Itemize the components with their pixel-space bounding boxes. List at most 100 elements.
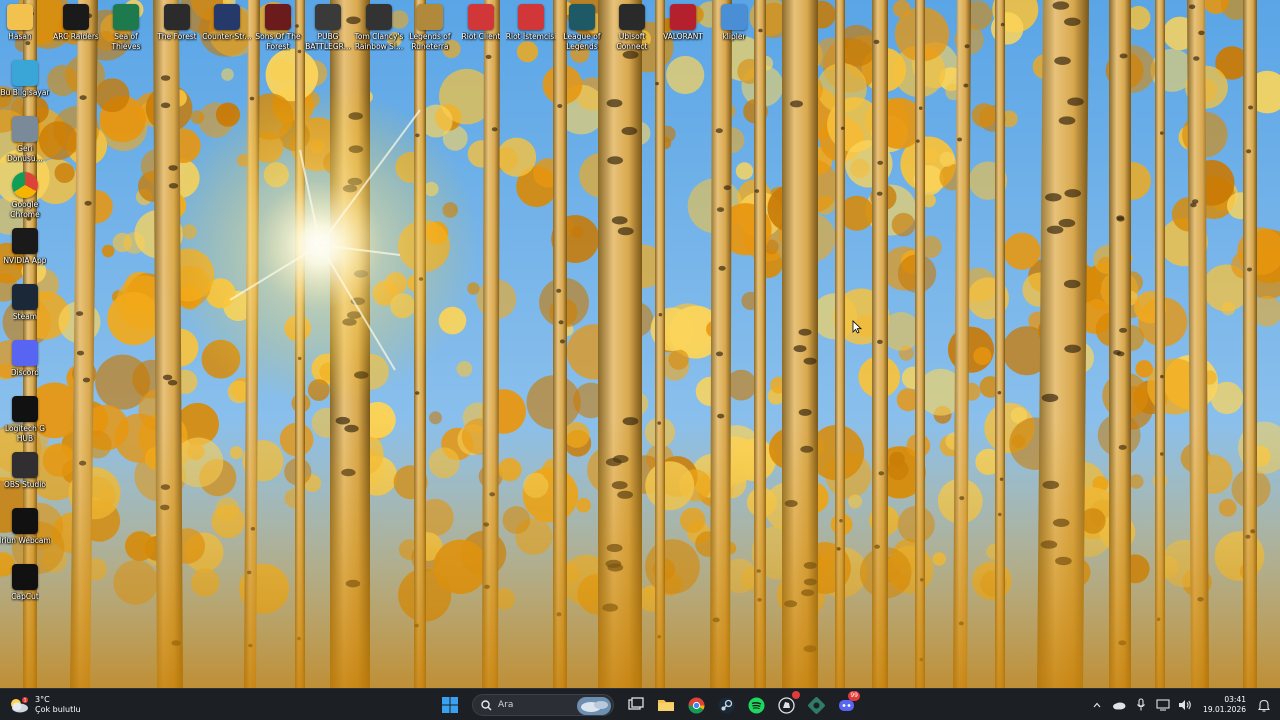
desktop-icon-label: NVIDIA App bbox=[3, 256, 47, 265]
rainbow-six-icon bbox=[366, 4, 392, 30]
show-hidden-icons-button[interactable] bbox=[1089, 697, 1105, 713]
onedrive-icon bbox=[1113, 702, 1126, 710]
desktop-icon-nvidia-app[interactable]: NVIDIA App bbox=[0, 228, 51, 266]
desktop-icon-riot-istemcisi[interactable]: Riot İstemcisi bbox=[505, 4, 557, 42]
file-explorer-button[interactable] bbox=[654, 693, 678, 717]
desktop-icon-label: VALORANT bbox=[663, 32, 703, 41]
desktop-icon-logitech-g-hub[interactable]: Logitech G HUB bbox=[0, 396, 51, 443]
taskbar-pinned-apps: 99 bbox=[438, 691, 860, 718]
clock-button[interactable]: 03:41 19.01.2026 bbox=[1203, 695, 1246, 715]
desktop-icon-riot-client[interactable]: Riot Client bbox=[455, 4, 507, 42]
network-tray-button[interactable] bbox=[1155, 697, 1171, 713]
desktop-icon-legends-of-runeterra[interactable]: Legends of Runeterra bbox=[404, 4, 456, 51]
riot-client-icon bbox=[468, 4, 494, 30]
capcut-icon bbox=[12, 564, 38, 590]
desktop-icon-ubisoft-connect[interactable]: Ubisoft Connect bbox=[606, 4, 658, 51]
riot-client-icon bbox=[777, 696, 795, 714]
steam-taskbar-button[interactable] bbox=[714, 693, 738, 717]
sea-of-thieves-icon bbox=[113, 4, 139, 30]
weather-temperature: 3°C bbox=[35, 695, 50, 704]
nvidia-icon bbox=[12, 228, 38, 254]
desktop-icon-label: League of Legends bbox=[563, 32, 601, 51]
search-highlight-icon bbox=[577, 697, 611, 715]
riot-client-icon bbox=[518, 4, 544, 30]
desktop-icon-label: Logitech G HUB bbox=[4, 424, 46, 443]
start-button[interactable] bbox=[438, 693, 462, 717]
weather-widget[interactable]: 1 3°C Çok bulutlu bbox=[8, 692, 81, 718]
desktop-icon-label: Hasan bbox=[8, 32, 32, 41]
search-icon bbox=[481, 699, 492, 710]
recycle-bin-icon bbox=[12, 116, 38, 142]
desktop-icon-sons-of-the-forest[interactable]: Sons Of The Forest bbox=[252, 4, 304, 51]
mouse-cursor-icon bbox=[852, 320, 862, 334]
taskbar: 1 3°C Çok bulutlu Ara 99 03:41 19.01.202… bbox=[0, 688, 1280, 720]
riot-notification-badge bbox=[792, 691, 800, 699]
desktop-icon-label: Tom Clancy's Rainbow Si... bbox=[354, 32, 404, 51]
runeterra-icon bbox=[417, 4, 443, 30]
onedrive-tray-button[interactable] bbox=[1111, 697, 1127, 713]
desktop-icon-bu-bilgisayar[interactable]: Bu Bilgisayar bbox=[0, 60, 51, 98]
valorant-icon bbox=[670, 4, 696, 30]
discord-taskbar-button[interactable]: 99 bbox=[834, 691, 860, 717]
clock-time: 03:41 bbox=[1224, 695, 1246, 704]
desktop-icon-obs-studio[interactable]: OBS Studio bbox=[0, 452, 51, 490]
desktop-icon-label: The Forest bbox=[157, 32, 197, 41]
desktop-icon-geri-donusum[interactable]: Geri Dönüşü... bbox=[0, 116, 51, 163]
discord-icon bbox=[12, 340, 38, 366]
windows-start-icon bbox=[442, 697, 458, 713]
microphone-tray-button[interactable] bbox=[1133, 697, 1149, 713]
desktop-icon-label: Steam bbox=[12, 312, 38, 321]
desktop-icon-counter-strike[interactable]: Counter-Str... bbox=[201, 4, 253, 42]
sons-of-the-forest-icon bbox=[265, 4, 291, 30]
logitech-icon bbox=[12, 396, 38, 422]
network-icon bbox=[1156, 699, 1170, 711]
notification-center-button[interactable] bbox=[1256, 697, 1272, 713]
riot-taskbar-button[interactable] bbox=[774, 691, 800, 717]
pubg-icon bbox=[315, 4, 341, 30]
desktop-icon-label: Counter-Str... bbox=[202, 32, 252, 41]
desktop-icon-label: Sea of Thieves bbox=[111, 32, 141, 51]
counter-strike-icon bbox=[214, 4, 240, 30]
desktop-icon-steam[interactable]: Steam bbox=[0, 284, 51, 322]
desktop-icon-label: Riot Client bbox=[461, 32, 501, 41]
desktop-icon-sea-of-thieves[interactable]: Sea of Thieves bbox=[100, 4, 152, 51]
chrome-taskbar-button[interactable] bbox=[684, 693, 708, 717]
svg-text:1: 1 bbox=[24, 698, 27, 704]
desktop-icon-hasan[interactable]: Hasan bbox=[0, 4, 46, 42]
desktop-icon-arc-raiders[interactable]: ARC Raiders bbox=[50, 4, 102, 42]
the-forest-icon bbox=[164, 4, 190, 30]
desktop-icon-google-chrome[interactable]: Google Chrome bbox=[0, 172, 51, 219]
desktop-icon-klipler[interactable]: klipler bbox=[708, 4, 760, 42]
taskbar-search[interactable] bbox=[472, 694, 614, 716]
task-view-icon bbox=[628, 697, 644, 710]
weather-condition: Çok bulutlu bbox=[35, 705, 81, 714]
desktop-icon-label: Iriun Webcam bbox=[0, 536, 51, 545]
volume-tray-button[interactable] bbox=[1177, 697, 1193, 713]
desktop-icon-the-forest[interactable]: The Forest bbox=[151, 4, 203, 42]
desktop-icon-iriun-webcam[interactable]: Iriun Webcam bbox=[0, 508, 51, 546]
computer-icon bbox=[12, 60, 38, 86]
task-view-button[interactable] bbox=[624, 693, 648, 717]
spotify-taskbar-button[interactable] bbox=[744, 693, 768, 717]
chrome-icon bbox=[12, 172, 38, 198]
webcam-icon bbox=[12, 508, 38, 534]
desktop-icon-label: Bu Bilgisayar bbox=[0, 88, 50, 97]
ubisoft-connect-icon bbox=[619, 4, 645, 30]
settings-app-taskbar-button[interactable] bbox=[804, 693, 828, 717]
search-input[interactable] bbox=[498, 700, 568, 710]
desktop-icon-rainbow-six[interactable]: Tom Clancy's Rainbow Si... bbox=[353, 4, 405, 51]
cloudy-icon: 1 bbox=[11, 697, 28, 713]
desktop-wallpaper bbox=[0, 0, 1280, 688]
steam-icon bbox=[12, 284, 38, 310]
desktop-icon-label: Geri Dönüşü... bbox=[7, 144, 43, 163]
desktop-icon-capcut[interactable]: CapCut bbox=[0, 564, 51, 602]
league-of-legends-icon bbox=[569, 4, 595, 30]
desktop-icon-valorant[interactable]: VALORANT bbox=[657, 4, 709, 42]
chevron-up-icon bbox=[1093, 702, 1101, 708]
desktop-icon-discord[interactable]: Discord bbox=[0, 340, 51, 378]
desktop-icon-pubg[interactable]: PUBG BATTLEGR... bbox=[302, 4, 354, 51]
folder-icon bbox=[7, 4, 33, 30]
folder-icon bbox=[721, 4, 747, 30]
desktop-icon-label: Google Chrome bbox=[10, 200, 40, 219]
desktop-icon-league-of-legends[interactable]: League of Legends bbox=[556, 4, 608, 51]
